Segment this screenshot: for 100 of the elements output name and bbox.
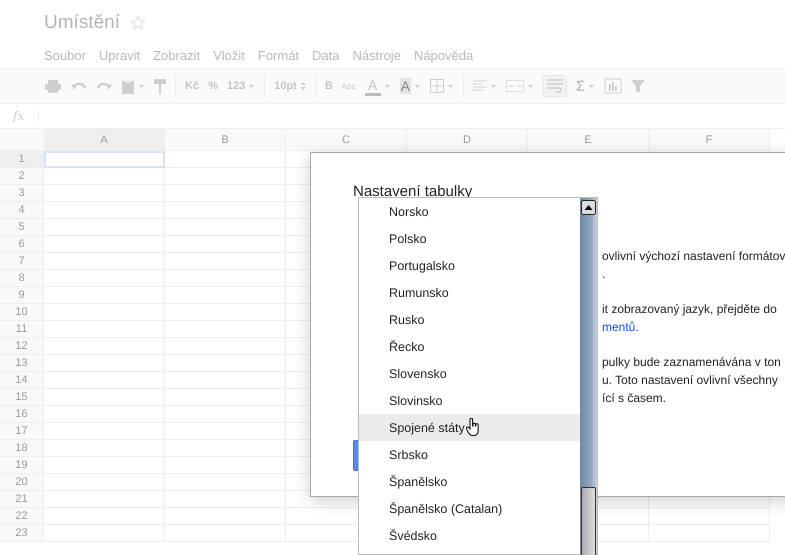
caret-icon[interactable]: [588, 84, 595, 88]
caret-icon[interactable]: [248, 84, 256, 88]
dropdown-option[interactable]: Polsko: [359, 225, 580, 252]
help-link[interactable]: mentů: [602, 320, 636, 334]
column-header[interactable]: B: [165, 129, 286, 151]
dropdown-option[interactable]: Slovensko: [359, 360, 580, 387]
filter-icon[interactable]: [630, 79, 645, 93]
document-title[interactable]: Umístění: [44, 12, 120, 34]
option-label: Rusko: [389, 312, 424, 326]
row-header[interactable]: 10: [0, 304, 44, 321]
dropdown-option[interactable]: Švédsko: [359, 522, 580, 549]
merge-cells-icon[interactable]: [506, 80, 524, 92]
corner-header[interactable]: [0, 129, 44, 151]
undo-icon[interactable]: [71, 80, 87, 92]
dropdown-option[interactable]: Rusko: [359, 306, 580, 333]
menu-item[interactable]: Data: [312, 48, 340, 63]
row-header[interactable]: 12: [0, 338, 44, 355]
scroll-up-icon[interactable]: [581, 200, 596, 215]
row-header[interactable]: 20: [0, 474, 44, 491]
column-header[interactable]: D: [407, 129, 528, 151]
text-line: u. Toto nastavení ovlivní všechny: [602, 372, 779, 389]
column-header[interactable]: C: [286, 129, 407, 151]
menu-item[interactable]: Vložit: [213, 48, 245, 63]
row-header[interactable]: 15: [0, 389, 44, 406]
option-label: Slovinsko: [389, 394, 442, 408]
menu-item[interactable]: Upravit: [98, 48, 140, 63]
scrollbar[interactable]: [580, 198, 597, 554]
menu-item[interactable]: Zobrazit: [153, 48, 200, 63]
row-header[interactable]: 13: [0, 355, 44, 372]
text-line: pulky bude zaznamenávána v ton: [602, 354, 782, 371]
option-label: Norsko: [389, 204, 429, 218]
row-header[interactable]: 21: [0, 491, 44, 508]
menu-item[interactable]: Nápověda: [414, 48, 474, 63]
dialog-title: Nastavení tabulky: [353, 183, 472, 200]
dropdown-option[interactable]: Spojené státy: [359, 414, 580, 441]
row-header[interactable]: 17: [0, 423, 44, 440]
option-label: Španělsko: [389, 474, 448, 488]
percent-format-button[interactable]: %: [208, 80, 218, 92]
option-label: Řecko: [389, 340, 424, 354]
dropdown-option[interactable]: Portugalsko: [359, 252, 580, 279]
text-line: .: [635, 320, 639, 334]
dropdown-option[interactable]: Srbsko: [359, 441, 580, 468]
column-header[interactable]: E: [528, 129, 649, 151]
row-header[interactable]: 19: [0, 457, 44, 474]
row-header[interactable]: 3: [0, 185, 44, 202]
menu-item[interactable]: Soubor: [44, 48, 86, 63]
star-icon[interactable]: [130, 15, 146, 31]
dropdown-option[interactable]: Rumunsko: [359, 279, 580, 306]
wrap-text-button[interactable]: [542, 75, 567, 97]
option-label: Polsko: [389, 232, 427, 246]
column-header[interactable]: F: [649, 129, 770, 151]
column-header[interactable]: A: [44, 129, 165, 151]
option-label: Spojené státy: [389, 420, 465, 434]
color-bar-icon: [364, 92, 381, 96]
chart-icon[interactable]: [604, 78, 622, 94]
dropdown-option[interactable]: Španělsko (Catalan): [359, 495, 580, 522]
dropdown-option[interactable]: Slovinsko: [359, 387, 580, 414]
row-header[interactable]: 5: [0, 219, 44, 236]
caret-icon[interactable]: [446, 84, 454, 88]
fill-color-button[interactable]: A: [400, 78, 411, 94]
dropdown-option[interactable]: Řecko: [359, 333, 580, 360]
row-header[interactable]: 1: [0, 151, 44, 168]
menu-item[interactable]: Formát: [258, 48, 300, 63]
row-header[interactable]: 7: [0, 253, 44, 270]
row-header[interactable]: 6: [0, 236, 44, 253]
row-header[interactable]: 2: [0, 168, 44, 185]
row-header[interactable]: 22: [0, 508, 44, 525]
dropdown-option[interactable]: Norsko: [359, 198, 580, 225]
text-line: ovlivní výchozí nastavení formátov: [602, 248, 785, 265]
selected-cell[interactable]: [44, 151, 165, 168]
row-header[interactable]: 9: [0, 287, 44, 304]
caret-icon[interactable]: [138, 84, 145, 88]
wrap-icon: [546, 79, 563, 93]
caret-icon[interactable]: [490, 84, 497, 88]
option-label: Portugalsko: [389, 258, 456, 272]
menu-item[interactable]: Nástroje: [352, 48, 401, 63]
row-header[interactable]: 11: [0, 321, 44, 338]
paint-roller-icon[interactable]: [154, 78, 166, 94]
caret-icon[interactable]: [414, 84, 421, 88]
row-header[interactable]: 23: [0, 525, 44, 542]
text-line: it zobrazovaný jazyk, přejděte do: [602, 301, 778, 318]
row-header[interactable]: 8: [0, 270, 44, 287]
row-header[interactable]: 18: [0, 440, 44, 457]
row-header[interactable]: 4: [0, 202, 44, 219]
scroll-thumb[interactable]: [581, 487, 596, 555]
caret-icon[interactable]: [384, 84, 391, 88]
option-label: Srbsko: [389, 448, 428, 462]
row-header[interactable]: 16: [0, 406, 44, 423]
row-header[interactable]: 14: [0, 372, 44, 389]
align-left-icon[interactable]: [472, 80, 487, 92]
dropdown-option[interactable]: Španělsko: [359, 468, 580, 495]
caret-icon[interactable]: [526, 84, 534, 88]
text-line: ící s časem.: [602, 390, 668, 407]
option-label: Slovensko: [389, 366, 447, 380]
spinner-icon[interactable]: [300, 81, 306, 91]
borders-icon[interactable]: [430, 79, 444, 93]
option-label: Rumunsko: [389, 286, 449, 300]
clipboard-icon[interactable]: [121, 78, 135, 94]
redo-icon[interactable]: [96, 80, 112, 92]
print-icon[interactable]: [44, 79, 62, 93]
